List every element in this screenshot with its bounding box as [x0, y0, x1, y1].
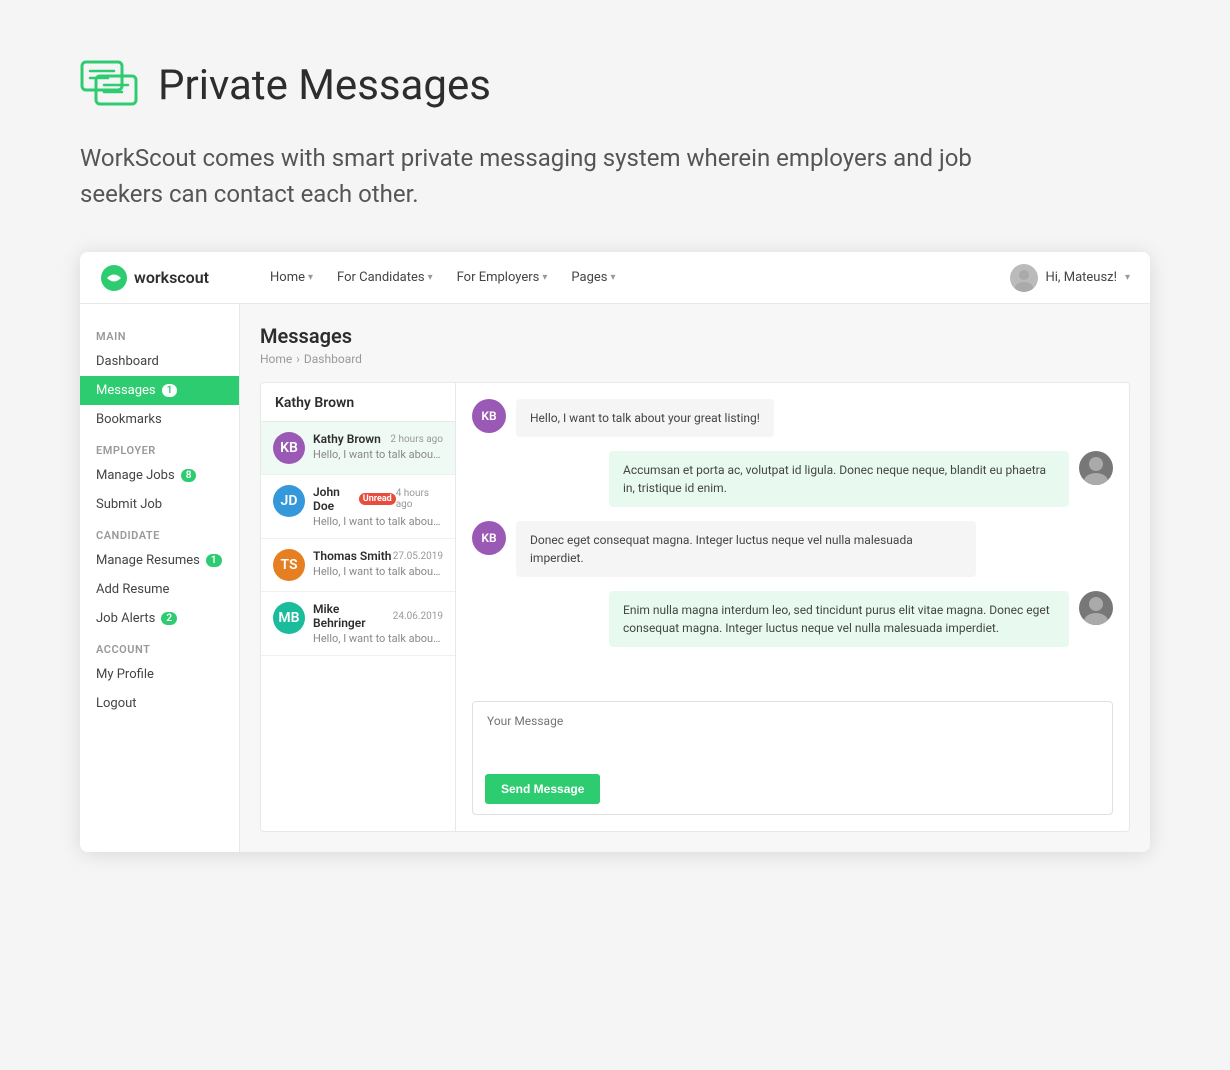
logo-area: workscout: [100, 264, 260, 292]
message-input[interactable]: [473, 702, 1112, 762]
avatar: MB: [273, 602, 305, 634]
sidebar-item-bookmarks[interactable]: Bookmarks: [80, 405, 239, 434]
sidebar-item-job-alerts[interactable]: Job Alerts 2: [80, 604, 239, 633]
chevron-down-icon: ▾: [542, 272, 547, 283]
hero-section: Private Messages WorkScout comes with sm…: [80, 60, 1150, 212]
app-body: Main Dashboard Messages 1 Bookmarks Empl…: [80, 304, 1150, 852]
sidebar: Main Dashboard Messages 1 Bookmarks Empl…: [80, 304, 240, 852]
avatar: JD: [273, 485, 305, 517]
nav-user[interactable]: Hi, Mateusz! ▾: [1010, 264, 1131, 292]
messages-container: Kathy Brown KB Kathy Brown 2 hours ago: [260, 382, 1130, 832]
sidebar-item-manage-resumes[interactable]: Manage Resumes 1: [80, 546, 239, 575]
messages-page-title: Messages: [260, 324, 1130, 348]
avatar: TS: [273, 549, 305, 581]
hero-description: WorkScout comes with smart private messa…: [80, 140, 980, 212]
chevron-down-icon: ▾: [428, 272, 433, 283]
messages-icon: [80, 60, 140, 110]
chevron-down-icon: ▾: [611, 272, 616, 283]
unread-badge: Unread: [359, 493, 396, 505]
resumes-badge: 1: [206, 554, 222, 567]
conv-info: Mike Behringer 24.06.2019 Hello, I want …: [313, 602, 443, 645]
conv-item-mike[interactable]: MB Mike Behringer 24.06.2019 Hello, I wa…: [261, 592, 455, 656]
page-wrapper: Private Messages WorkScout comes with sm…: [0, 0, 1230, 912]
message-bubble: Donec eget consequat magna. Integer luct…: [516, 521, 976, 577]
nav-pages[interactable]: Pages ▾: [561, 264, 625, 291]
message-bubble: Hello, I want to talk about your great l…: [516, 399, 774, 437]
chevron-down-icon: ▾: [1125, 272, 1130, 283]
chat-input-area: Send Message: [472, 701, 1113, 815]
chat-area: KB Hello, I want to talk about your grea…: [456, 383, 1129, 831]
chat-messages: KB Hello, I want to talk about your grea…: [472, 399, 1113, 685]
sidebar-item-messages[interactable]: Messages 1: [80, 376, 239, 405]
page-title: Private Messages: [158, 61, 491, 110]
job-alerts-badge: 2: [161, 612, 177, 625]
sidebar-item-my-profile[interactable]: My Profile: [80, 660, 239, 689]
sidebar-item-logout[interactable]: Logout: [80, 689, 239, 718]
sidebar-item-submit-job[interactable]: Submit Job: [80, 490, 239, 519]
hero-title-row: Private Messages: [80, 60, 1150, 110]
sidebar-section-main: Main: [80, 320, 239, 347]
message-row: Enim nulla magna interdum leo, sed tinci…: [472, 591, 1113, 647]
app-mockup: workscout Home ▾ For Candidates ▾ For Em…: [80, 252, 1150, 852]
conversation-list: Kathy Brown KB Kathy Brown 2 hours ago: [261, 383, 456, 831]
message-bubble: Accumsan et porta ac, volutpat id ligula…: [609, 451, 1069, 507]
avatar: KB: [273, 432, 305, 464]
nav-candidates[interactable]: For Candidates ▾: [327, 264, 443, 291]
send-message-button[interactable]: Send Message: [485, 774, 600, 804]
sidebar-section-candidate: Candidate: [80, 519, 239, 546]
conv-info: Thomas Smith 27.05.2019 Hello, I want to…: [313, 549, 443, 578]
main-content: Messages Home › Dashboard Kathy Brown: [240, 304, 1150, 852]
conv-info: Kathy Brown 2 hours ago Hello, I want to…: [313, 432, 443, 461]
chevron-down-icon: ▾: [308, 272, 313, 283]
user-label: Hi, Mateusz!: [1046, 270, 1117, 285]
avatar: KB: [472, 521, 506, 555]
manage-jobs-badge: 8: [181, 469, 197, 482]
sidebar-section-employer: Employer: [80, 434, 239, 461]
avatar: [1010, 264, 1038, 292]
avatar: KB: [472, 399, 506, 433]
conv-item-kathy[interactable]: KB Kathy Brown 2 hours ago Hello, I want…: [261, 422, 455, 475]
breadcrumb: Home › Dashboard: [260, 352, 1130, 366]
avatar: [1079, 451, 1113, 485]
top-nav: workscout Home ▾ For Candidates ▾ For Em…: [80, 252, 1150, 304]
messages-badge: 1: [162, 384, 178, 397]
breadcrumb-dashboard: Dashboard: [304, 352, 362, 366]
message-row: KB Donec eget consequat magna. Integer l…: [472, 521, 1113, 577]
message-row: Accumsan et porta ac, volutpat id ligula…: [472, 451, 1113, 507]
page-title-bar: Messages Home › Dashboard: [260, 324, 1130, 366]
sidebar-item-dashboard[interactable]: Dashboard: [80, 347, 239, 376]
conv-item-john[interactable]: JD John Doe Unread 4 hours ago Hello, I …: [261, 475, 455, 539]
sidebar-section-account: Account: [80, 633, 239, 660]
avatar: [1079, 591, 1113, 625]
message-bubble: Enim nulla magna interdum leo, sed tinci…: [609, 591, 1069, 647]
nav-links: Home ▾ For Candidates ▾ For Employers ▾ …: [260, 264, 1010, 291]
nav-home[interactable]: Home ▾: [260, 264, 323, 291]
logo-icon: [100, 264, 128, 292]
nav-employers[interactable]: For Employers ▾: [447, 264, 558, 291]
conv-item-thomas[interactable]: TS Thomas Smith 27.05.2019 Hello, I want…: [261, 539, 455, 592]
conv-info: John Doe Unread 4 hours ago Hello, I wan…: [313, 485, 443, 528]
message-row: KB Hello, I want to talk about your grea…: [472, 399, 1113, 437]
logo-text: workscout: [134, 268, 209, 287]
sidebar-item-manage-jobs[interactable]: Manage Jobs 8: [80, 461, 239, 490]
active-contact-name: Kathy Brown: [261, 383, 455, 422]
sidebar-item-add-resume[interactable]: Add Resume: [80, 575, 239, 604]
breadcrumb-home[interactable]: Home: [260, 352, 292, 366]
